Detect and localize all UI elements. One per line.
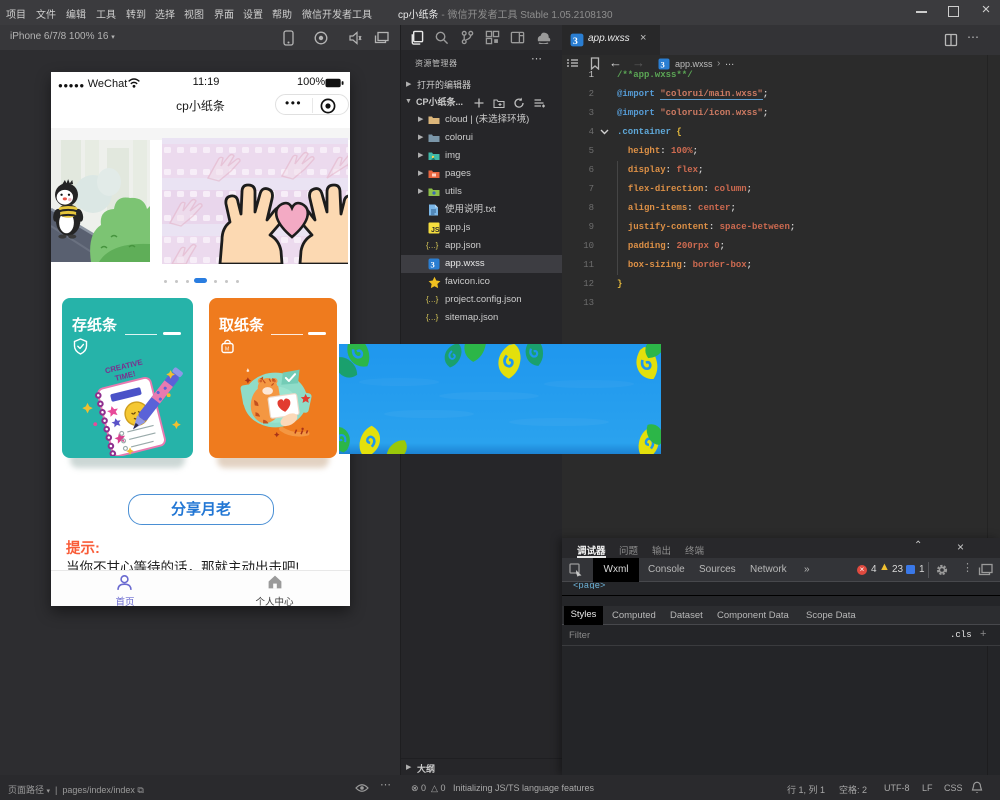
svg-text:3: 3	[431, 260, 435, 270]
svg-text:JS: JS	[431, 227, 440, 234]
svg-text:M: M	[225, 346, 229, 352]
